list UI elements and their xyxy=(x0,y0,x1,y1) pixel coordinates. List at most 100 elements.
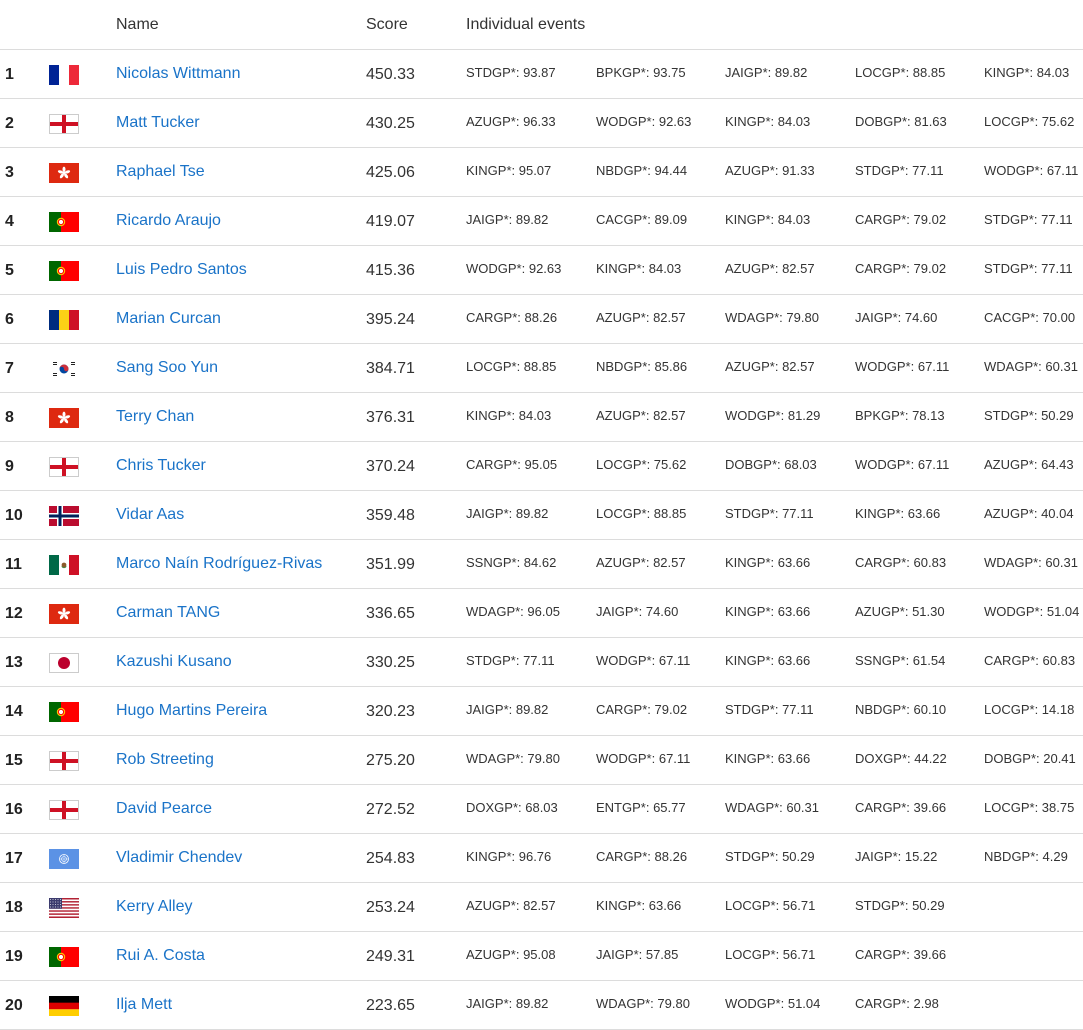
event-score: AZUGP*: 82.57 xyxy=(596,555,686,570)
player-name-link[interactable]: Chris Tucker xyxy=(116,457,206,475)
event-score: DOBGP*: 81.63 xyxy=(855,114,947,129)
score: 359.48 xyxy=(366,507,415,524)
event-score: AZUGP*: 96.33 xyxy=(466,114,556,129)
rank: 15 xyxy=(5,752,23,769)
score: 450.33 xyxy=(366,66,415,83)
event-score: AZUGP*: 82.57 xyxy=(725,359,815,374)
flag-portugal-icon xyxy=(49,947,79,967)
event-score: WODGP*: 67.11 xyxy=(984,163,1079,178)
event-score: SSNGP*: 84.62 xyxy=(466,555,557,570)
player-name-link[interactable]: Ilja Mett xyxy=(116,996,172,1014)
player-name-link[interactable]: Ricardo Araujo xyxy=(116,212,221,230)
ranking-table-body: 1 Nicolas Wittmann 450.33 STDGP*: 93.87 BPKG… xyxy=(0,50,1083,1030)
event-score: DOBGP*: 68.03 xyxy=(725,457,817,472)
table-row: 4 Ricardo Araujo 419.07 JAIGP*: 89.82 CACGP*… xyxy=(0,197,1083,246)
flag-hong-kong-icon xyxy=(49,408,79,428)
flag-england-icon xyxy=(49,800,79,820)
player-name-link[interactable]: Nicolas Wittmann xyxy=(116,65,240,83)
rank: 7 xyxy=(5,360,14,377)
event-score: LOCGP*: 88.85 xyxy=(596,506,687,521)
player-name-link[interactable]: Terry Chan xyxy=(116,408,194,426)
event-score: STDGP*: 77.11 xyxy=(725,506,814,521)
event-score: KINGP*: 84.03 xyxy=(984,65,1070,80)
event-score: KINGP*: 84.03 xyxy=(725,212,811,227)
flag-hong-kong-icon xyxy=(49,163,79,183)
table-row: 12 Carman TANG 336.65 WDAGP*: 96.05 JAIGP*: … xyxy=(0,589,1083,638)
rank: 6 xyxy=(5,311,14,328)
player-name-link[interactable]: Kazushi Kusano xyxy=(116,653,232,671)
event-score: KINGP*: 63.66 xyxy=(725,751,811,766)
event-score: JAIGP*: 74.60 xyxy=(596,604,679,619)
event-score: CARGP*: 2.98 xyxy=(855,996,939,1011)
event-score: KINGP*: 63.66 xyxy=(725,653,811,668)
score: 425.06 xyxy=(366,164,415,181)
flag-england-icon xyxy=(49,114,79,134)
score: 249.31 xyxy=(366,948,415,965)
event-score: STDGP*: 77.11 xyxy=(984,212,1073,227)
score: 330.25 xyxy=(366,654,415,671)
player-name-link[interactable]: Sang Soo Yun xyxy=(116,359,218,377)
event-score: WODGP*: 51.04 xyxy=(984,604,1080,619)
player-name-link[interactable]: Matt Tucker xyxy=(116,114,200,132)
flag-united-nations-icon xyxy=(49,849,79,869)
player-name-link[interactable]: David Pearce xyxy=(116,800,212,818)
player-name-link[interactable]: Rui A. Costa xyxy=(116,947,205,965)
event-score: BPKGP*: 78.13 xyxy=(855,408,945,423)
event-score: STDGP*: 77.11 xyxy=(466,653,555,668)
event-score: NBDGP*: 94.44 xyxy=(596,163,688,178)
table-row: 11 Marco Naín Rodríguez-Rivas 351.99 SSNGP*… xyxy=(0,540,1083,589)
flag-england-icon xyxy=(49,751,79,771)
score: 384.71 xyxy=(366,360,415,377)
table-row: 16 David Pearce 272.52 DOXGP*: 68.03 ENTGP*:… xyxy=(0,785,1083,834)
player-name-link[interactable]: Vladimir Chendev xyxy=(116,849,242,867)
player-name-link[interactable]: Marco Naín Rodríguez-Rivas xyxy=(116,555,322,573)
event-score: CARGP*: 39.66 xyxy=(855,947,947,962)
table-row: 8 Terry Chan 376.31 KINGP*: 84.03 AZUGP*: 82… xyxy=(0,393,1083,442)
rank: 3 xyxy=(5,164,14,181)
event-score: WODGP*: 67.11 xyxy=(855,359,950,374)
event-score: LOCGP*: 75.62 xyxy=(984,114,1075,129)
event-score: STDGP*: 50.29 xyxy=(725,849,815,864)
player-name-link[interactable]: Raphael Tse xyxy=(116,163,205,181)
table-row: 1 Nicolas Wittmann 450.33 STDGP*: 93.87 BPKG… xyxy=(0,50,1083,99)
event-score: SSNGP*: 61.54 xyxy=(855,653,946,668)
player-name-link[interactable]: Carman TANG xyxy=(116,604,220,622)
event-score: LOCGP*: 14.18 xyxy=(984,702,1075,717)
rank: 19 xyxy=(5,948,23,965)
flag-mexico-icon xyxy=(49,555,79,575)
event-score: WODGP*: 67.11 xyxy=(596,751,691,766)
player-name-link[interactable]: Hugo Martins Pereira xyxy=(116,702,267,720)
player-name-link[interactable]: Rob Streeting xyxy=(116,751,214,769)
event-score: WODGP*: 92.63 xyxy=(466,261,562,276)
rank: 2 xyxy=(5,115,14,132)
event-score: ENTGP*: 65.77 xyxy=(596,800,686,815)
event-score: STDGP*: 93.87 xyxy=(466,65,556,80)
rank: 1 xyxy=(5,66,14,83)
event-score: WODGP*: 92.63 xyxy=(596,114,692,129)
player-name-link[interactable]: Vidar Aas xyxy=(116,506,184,524)
table-header: Name Score Individual events xyxy=(0,0,1083,50)
player-name-link[interactable]: Kerry Alley xyxy=(116,898,192,916)
event-score: CARGP*: 60.83 xyxy=(984,653,1076,668)
player-name-link[interactable]: Marian Curcan xyxy=(116,310,221,328)
rank: 11 xyxy=(5,556,22,573)
event-score: KINGP*: 96.76 xyxy=(466,849,552,864)
rank: 9 xyxy=(5,458,14,475)
event-score: WODGP*: 67.11 xyxy=(596,653,691,668)
score: 336.65 xyxy=(366,605,415,622)
event-score: WDAGP*: 79.80 xyxy=(596,996,690,1011)
event-score: LOCGP*: 38.75 xyxy=(984,800,1075,815)
event-score: DOXGP*: 68.03 xyxy=(466,800,558,815)
event-score: JAIGP*: 89.82 xyxy=(466,996,549,1011)
event-score: CARGP*: 79.02 xyxy=(855,212,947,227)
rank: 17 xyxy=(5,850,23,867)
event-score: WODGP*: 51.04 xyxy=(725,996,821,1011)
event-score: KINGP*: 84.03 xyxy=(725,114,811,129)
event-score: WODGP*: 67.11 xyxy=(855,457,950,472)
score: 223.65 xyxy=(366,997,415,1014)
event-score: KINGP*: 63.66 xyxy=(725,604,811,619)
player-name-link[interactable]: Luis Pedro Santos xyxy=(116,261,247,279)
header-name: Name xyxy=(116,16,159,33)
event-score: NBDGP*: 60.10 xyxy=(855,702,947,717)
event-score: DOBGP*: 20.41 xyxy=(984,751,1076,766)
